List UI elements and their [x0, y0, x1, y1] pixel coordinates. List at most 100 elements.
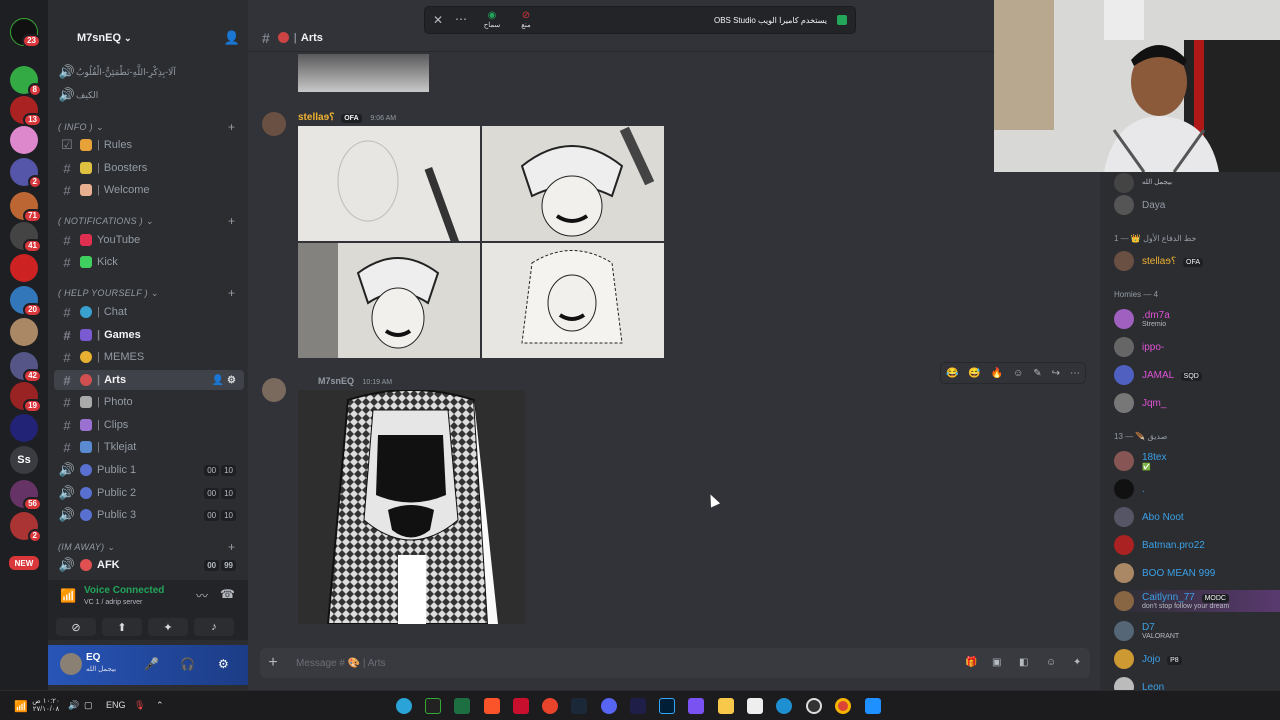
server-icon[interactable]: 20 [10, 286, 42, 317]
image-attachment[interactable] [482, 243, 664, 358]
app-icon[interactable] [688, 698, 704, 714]
server-header[interactable]: M7snEQ ⌄ 👤 [48, 24, 248, 52]
message-author[interactable]: stellaɘ؟ [298, 112, 334, 123]
image-attachment[interactable] [298, 243, 480, 358]
image-attachment[interactable] [298, 126, 480, 241]
member-row[interactable]: 18tex ✅ [1112, 450, 1280, 472]
add-channel-icon[interactable]: + [228, 214, 235, 228]
channel-welcome[interactable]: # | Welcome [54, 180, 244, 200]
disconnect-icon[interactable]: ☎ [220, 587, 235, 601]
member-row[interactable]: بيجمل الله [1112, 172, 1280, 194]
member-row[interactable]: Abo Noot [1112, 506, 1280, 528]
sticker-icon[interactable]: ◧ [1019, 657, 1028, 668]
member-row[interactable]: ippo- [1112, 336, 1280, 358]
category-away[interactable]: (IM AWAY) ⌄ + [58, 540, 235, 554]
store-icon[interactable] [747, 698, 763, 714]
language-indicator[interactable]: ENG [106, 700, 126, 710]
volume-icon[interactable]: 🔊 [68, 700, 79, 711]
activities-button[interactable]: ✦ [148, 618, 188, 636]
server-icon[interactable]: 2 [10, 158, 42, 189]
add-channel-icon[interactable]: + [228, 540, 235, 554]
channel-boosters[interactable]: # | Boosters [54, 158, 244, 178]
brave-icon[interactable] [484, 698, 500, 714]
voice-channel-public3[interactable]: 🔊 Public 3 00 10 [54, 505, 244, 525]
image-attachment[interactable] [482, 126, 664, 241]
gift-icon[interactable]: 🎁 [965, 657, 977, 668]
server-icon[interactable]: 41 [10, 222, 42, 253]
member-row[interactable]: .dm7a Stremio [1112, 308, 1280, 330]
channel-kick[interactable]: # Kick [54, 252, 244, 272]
close-icon[interactable]: ✕ [433, 13, 443, 27]
channel-photo[interactable]: # | Photo [54, 392, 244, 412]
home-button[interactable]: 23 [10, 18, 41, 48]
member-row[interactable]: BOO MEAN 999 [1112, 562, 1280, 584]
app-icon[interactable] [542, 698, 558, 714]
deafen-icon[interactable]: 🎧 [180, 657, 195, 671]
user-name[interactable]: EQ [86, 652, 100, 663]
add-attachment-icon[interactable]: + [260, 654, 286, 672]
channel-clips[interactable]: # | Clips [54, 415, 244, 435]
wifi-icon[interactable]: 📶 [14, 700, 28, 713]
category-info[interactable]: ( INFO ) ⌄ + [58, 120, 235, 134]
display-icon[interactable]: ▢ [84, 700, 93, 711]
premiere-icon[interactable] [630, 698, 646, 714]
channel-tklejat[interactable]: # | Tklejat [54, 437, 244, 457]
voice-channel-public2[interactable]: 🔊 Public 2 00 10 [54, 483, 244, 503]
reaction-icon[interactable]: 😂 [946, 368, 958, 379]
add-channel-icon[interactable]: + [228, 286, 235, 300]
member-row[interactable]: stellaɘ؟ OFA [1112, 250, 1280, 272]
category-notifications[interactable]: ( NOTIFICATIONS ) ⌄ + [58, 214, 235, 228]
member-row[interactable]: Caitlynn_77 MODC don't stop follow your d… [1112, 590, 1280, 612]
apps-icon[interactable]: ✦ [1073, 657, 1081, 668]
gear-icon[interactable]: ⚙ [218, 657, 229, 671]
app-icon[interactable] [425, 698, 441, 714]
emoji-icon[interactable]: ☺ [1046, 657, 1056, 668]
gif-icon[interactable]: ▣ [992, 657, 1001, 668]
deny-button[interactable]: ⊘ منع [511, 10, 541, 29]
channel-rules[interactable]: ☑ | Rules [54, 135, 244, 155]
image-attachment[interactable] [298, 390, 525, 624]
member-row[interactable]: Jqm_ [1112, 392, 1280, 414]
member-row[interactable]: Leon [1112, 676, 1280, 690]
channel-memes[interactable]: # | MEMES [54, 347, 244, 367]
acrobat-icon[interactable] [513, 698, 529, 714]
category-help[interactable]: ( HELP YOURSELF ) ⌄ + [58, 286, 235, 300]
add-reaction-icon[interactable]: ☺ [1013, 368, 1023, 379]
server-icon[interactable]: 42 [10, 352, 42, 383]
telegram-icon[interactable] [396, 698, 412, 714]
voice-channel-afk[interactable]: 🔊 AFK 00 99 [54, 555, 244, 575]
avatar[interactable] [262, 378, 286, 402]
avatar[interactable] [262, 112, 286, 136]
member-row[interactable]: D7 VALORANT [1112, 620, 1280, 642]
member-row[interactable]: . [1112, 478, 1280, 500]
folder-icon[interactable] [718, 698, 734, 714]
message-author[interactable]: M7snEQ [318, 376, 354, 386]
voice-status[interactable]: Voice Connected [84, 585, 164, 596]
member-row[interactable]: Daya [1112, 194, 1280, 216]
add-channel-icon[interactable]: + [228, 120, 235, 134]
microphone-icon[interactable]: 🎙 [134, 700, 145, 711]
server-icon[interactable] [10, 318, 38, 346]
soundboard-button[interactable]: ♪ [194, 618, 234, 636]
voice-server[interactable]: VC 1 / adrip server [84, 599, 142, 606]
allow-button[interactable]: ◉ سماح [477, 10, 507, 29]
obs-icon[interactable] [806, 698, 822, 714]
server-icon[interactable]: 13 [10, 96, 42, 127]
steam-icon[interactable] [571, 698, 587, 714]
discord-icon[interactable] [601, 698, 617, 714]
channel-chat[interactable]: # | Chat [54, 302, 244, 322]
mute-icon[interactable]: 🎤 [144, 657, 159, 671]
channel-youtube[interactable]: # YouTube [54, 230, 244, 250]
edge-icon[interactable] [776, 698, 792, 714]
chevron-up-icon[interactable]: ⌃ [156, 700, 164, 711]
server-icon[interactable] [10, 414, 38, 442]
edit-icon[interactable]: ✎ [1033, 368, 1041, 379]
channel-voice[interactable]: 🔊 الكيف [54, 85, 244, 105]
settings-icon[interactable]: 👤 ⚙ [212, 375, 236, 386]
reaction-icon[interactable]: 🔥 [991, 368, 1003, 379]
avatar[interactable] [60, 653, 82, 675]
server-icon[interactable]: 56 [10, 480, 42, 511]
previous-image[interactable] [298, 54, 429, 92]
channel-voice[interactable]: 🔊 آلَا-بِذِكْرِ-اللَّهِ-تَطْمَئِنُّ-الْقُ… [54, 62, 244, 82]
noise-suppression-icon[interactable]: 〰 [196, 587, 208, 604]
